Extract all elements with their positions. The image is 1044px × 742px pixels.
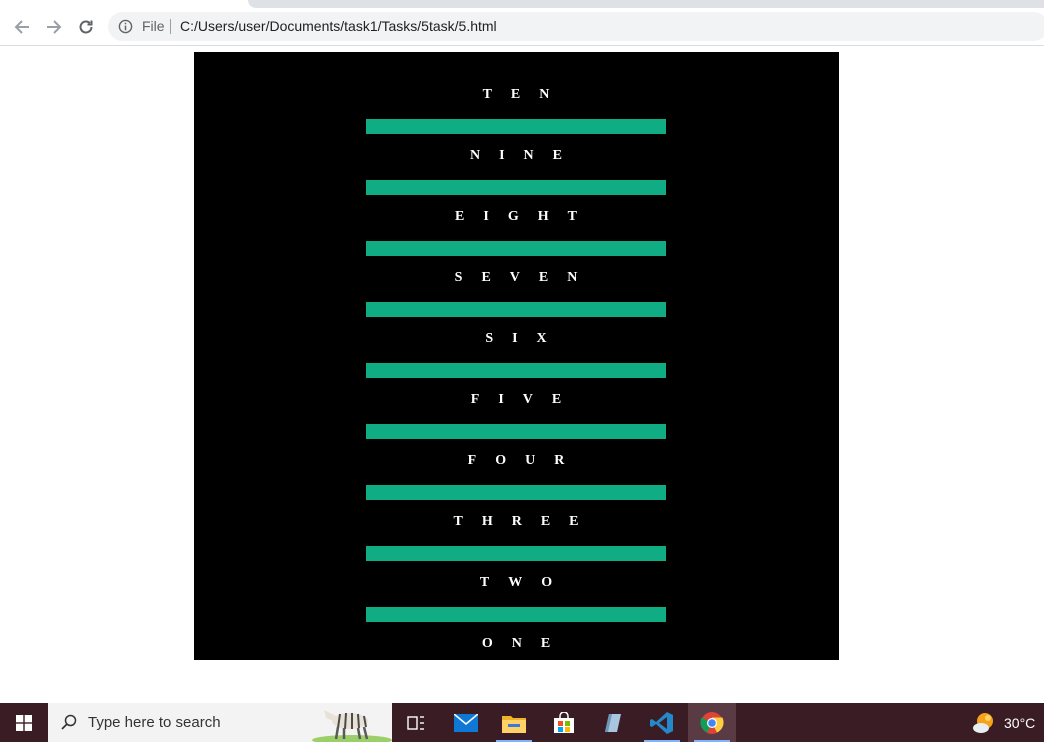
reload-button[interactable] [76,17,96,37]
back-button[interactable] [12,17,32,37]
search-placeholder: Type here to search [88,714,221,731]
notepad-app-button[interactable] [588,703,636,742]
green-bar [366,485,666,500]
label-three: THREE [453,514,598,529]
label-nine: NINE [469,148,581,163]
windows-logo-icon [16,714,32,731]
green-bar [366,241,666,256]
store-icon [554,711,574,733]
vscode-icon [650,711,673,734]
file-explorer-icon [502,715,526,733]
reload-icon [79,20,93,34]
address-separator [170,19,171,34]
mail-icon [454,713,478,732]
label-one: ONE [481,636,570,651]
task-view-button[interactable] [392,703,440,742]
url-text[interactable]: C:/Users/user/Documents/task1/Tasks/5tas… [180,18,497,34]
file-explorer-button[interactable] [490,703,538,742]
label-ten: TEN [482,87,569,102]
taskbar-search-box[interactable]: Type here to search [48,703,392,742]
label-seven: SEVEN [454,270,597,285]
countdown-panel: TEN NINE EIGHT SEVEN SIX FIVE FOUR THREE… [194,52,839,660]
label-two: TWO [479,575,572,590]
green-bar [366,302,666,317]
task-view-icon [407,715,424,730]
green-bar [366,546,666,561]
green-bar [366,424,666,439]
chrome-icon [700,711,724,734]
mail-app-button[interactable] [442,703,490,742]
weather-icon[interactable] [972,711,996,735]
green-bar [366,119,666,134]
notepad-icon [605,713,621,732]
green-bar [366,180,666,195]
label-six: SIX [485,331,566,346]
tab-strip [0,0,1044,8]
label-eight: EIGHT [455,209,596,224]
back-arrow-icon [14,20,29,34]
search-icon [61,714,77,730]
temperature-label[interactable]: 30°C [1004,715,1035,731]
label-four: FOUR [467,453,584,468]
label-five: FIVE [470,392,581,407]
info-icon[interactable] [118,19,133,34]
green-bar [366,363,666,378]
forward-arrow-icon [47,20,62,34]
green-bar [366,607,666,622]
start-button[interactable] [0,703,48,742]
taskbar: Type here to search 30°C [0,703,1044,742]
address-bar[interactable]: File C:/Users/user/Documents/task1/Tasks… [108,12,1044,41]
file-scheme-label: File [142,18,165,34]
forward-button[interactable] [44,17,64,37]
browser-toolbar: File C:/Users/user/Documents/task1/Tasks… [0,8,1044,46]
chrome-app-button[interactable] [688,703,736,742]
zebra-illustration [312,710,392,742]
store-app-button[interactable] [540,703,588,742]
vscode-app-button[interactable] [638,703,686,742]
tab-bar [248,0,1044,8]
